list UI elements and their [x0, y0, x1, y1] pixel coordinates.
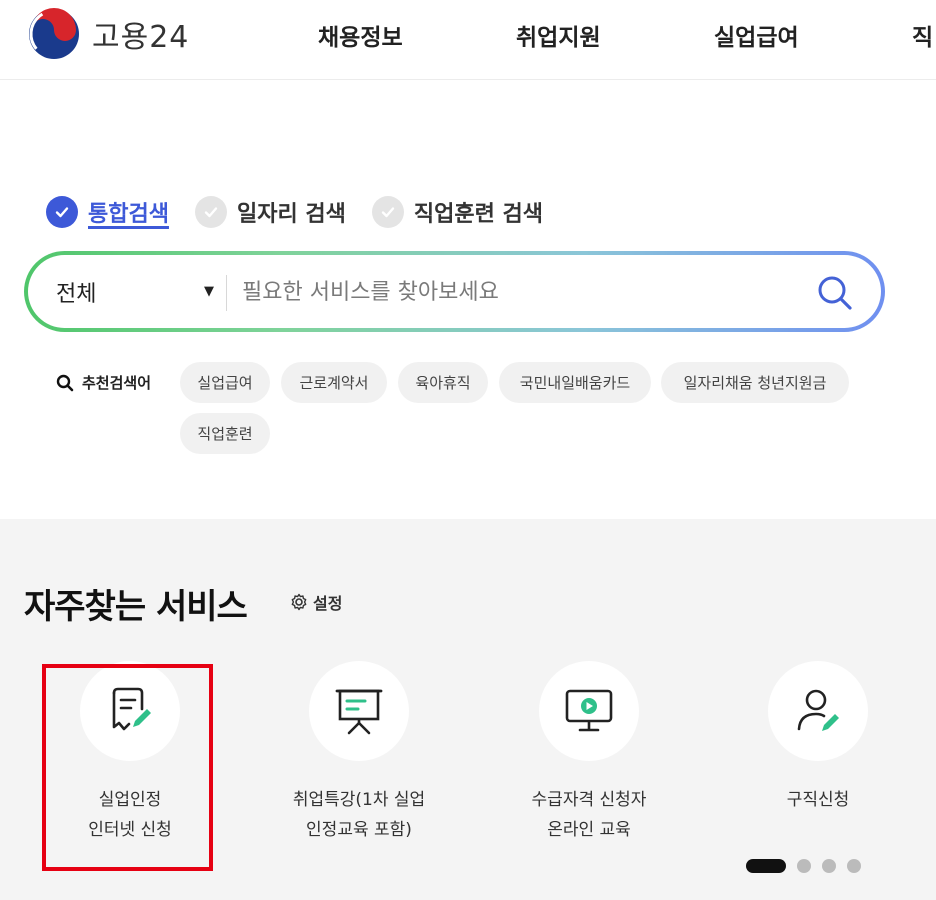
recommended-keywords-title: 추천검색어: [56, 372, 151, 393]
keyword-chip[interactable]: 국민내일배움카드: [499, 362, 651, 403]
tab-integrated-search[interactable]: 통합검색: [46, 196, 169, 228]
service-icon-circle: [768, 661, 868, 761]
tab-job-search[interactable]: 일자리 검색: [194, 196, 346, 228]
settings-button[interactable]: 설정: [290, 590, 342, 614]
top-header: 고용24 채용정보 취업지원 실업급여 직: [0, 0, 936, 80]
nav-item-unemployment-benefits[interactable]: 실업급여: [714, 18, 799, 52]
service-label-line: 온라인 교육: [547, 820, 631, 840]
pager-dot[interactable]: [822, 859, 836, 873]
site-logo[interactable]: 고용24: [28, 8, 189, 60]
pager-dot[interactable]: [797, 859, 811, 873]
document-edit-icon: [112, 687, 151, 731]
pager-dot[interactable]: [847, 859, 861, 873]
service-icon-circle: [539, 661, 639, 761]
carousel-pager: [746, 859, 861, 873]
service-label: 구직신청: [723, 785, 913, 815]
check-circle-icon: [194, 196, 227, 228]
search-box-inner: 전체 ▼: [28, 255, 881, 328]
service-icon-circle: [309, 661, 409, 761]
presentation-board-icon: [335, 689, 383, 735]
tab-label: 통합검색: [88, 202, 169, 227]
logo-text: 고용24: [92, 20, 190, 55]
search-button[interactable]: [813, 271, 857, 315]
check-circle-icon: [371, 196, 404, 228]
gear-icon: [291, 593, 307, 611]
monitor-play-icon: [565, 689, 613, 732]
keyword-chip[interactable]: 육아휴직: [398, 362, 488, 403]
service-label: 실업인정 인터넷 신청: [35, 785, 225, 845]
tab-training-search[interactable]: 직업훈련 검색: [371, 196, 543, 228]
search-input[interactable]: [242, 273, 802, 311]
search-type-tabs: 통합검색 일자리 검색 직업훈련 검색: [46, 196, 569, 228]
recommended-title-text: 추천검색어: [82, 374, 152, 392]
service-label: 취업특강(1차 실업 인정교육 포함): [264, 785, 454, 845]
search-box: 전체 ▼: [24, 251, 885, 332]
section-title: 자주찾는 서비스: [24, 587, 248, 627]
tab-label: 일자리 검색: [236, 202, 346, 227]
settings-label: 설정: [313, 594, 343, 613]
nav-item-jobs[interactable]: 채용정보: [318, 18, 403, 52]
service-online-education[interactable]: 수급자격 신청자 온라인 교육: [494, 661, 684, 845]
service-label: 수급자격 신청자 온라인 교육: [494, 785, 684, 845]
service-label-line: 수급자격 신청자: [531, 790, 647, 810]
pager-dot-active[interactable]: [746, 859, 786, 873]
keyword-chip[interactable]: 근로계약서: [281, 362, 387, 403]
search-scope-dropdown[interactable]: 전체 ▼: [56, 255, 226, 328]
user-edit-icon: [797, 689, 839, 731]
nav-item-truncated[interactable]: 직: [912, 18, 933, 52]
tab-label: 직업훈련 검색: [413, 202, 543, 227]
service-label-line: 실업인정: [98, 790, 162, 810]
service-unemployment-recognition[interactable]: 실업인정 인터넷 신청: [35, 661, 225, 845]
taegeuk-logo-icon: [29, 8, 79, 59]
service-job-application[interactable]: 구직신청: [723, 661, 913, 815]
keyword-chip[interactable]: 직업훈련: [180, 413, 270, 454]
service-label-line: 취업특강(1차 실업: [292, 790, 426, 810]
service-label-line: 구직신청: [786, 790, 850, 810]
service-label-line: 인터넷 신청: [88, 820, 172, 840]
search-divider: [226, 275, 227, 311]
search-scope-value: 전체: [56, 281, 97, 307]
caret-down-icon: ▼: [204, 284, 214, 299]
frequent-services-section: 자주찾는 서비스 설정 실업인정 인터넷 신청 취업특강(1차 실업 인정교육 …: [0, 519, 936, 900]
search-icon: [818, 276, 852, 310]
search-icon: [56, 374, 74, 391]
service-label-line: 인정교육 포함): [306, 820, 412, 840]
nav-item-employment-support[interactable]: 취업지원: [516, 18, 601, 52]
service-employment-lecture[interactable]: 취업특강(1차 실업 인정교육 포함): [264, 661, 454, 845]
service-icon-circle: [80, 661, 180, 761]
keyword-chip[interactable]: 실업급여: [180, 362, 270, 403]
keyword-chip[interactable]: 일자리채움 청년지원금: [661, 362, 849, 403]
check-circle-icon: [46, 196, 78, 228]
